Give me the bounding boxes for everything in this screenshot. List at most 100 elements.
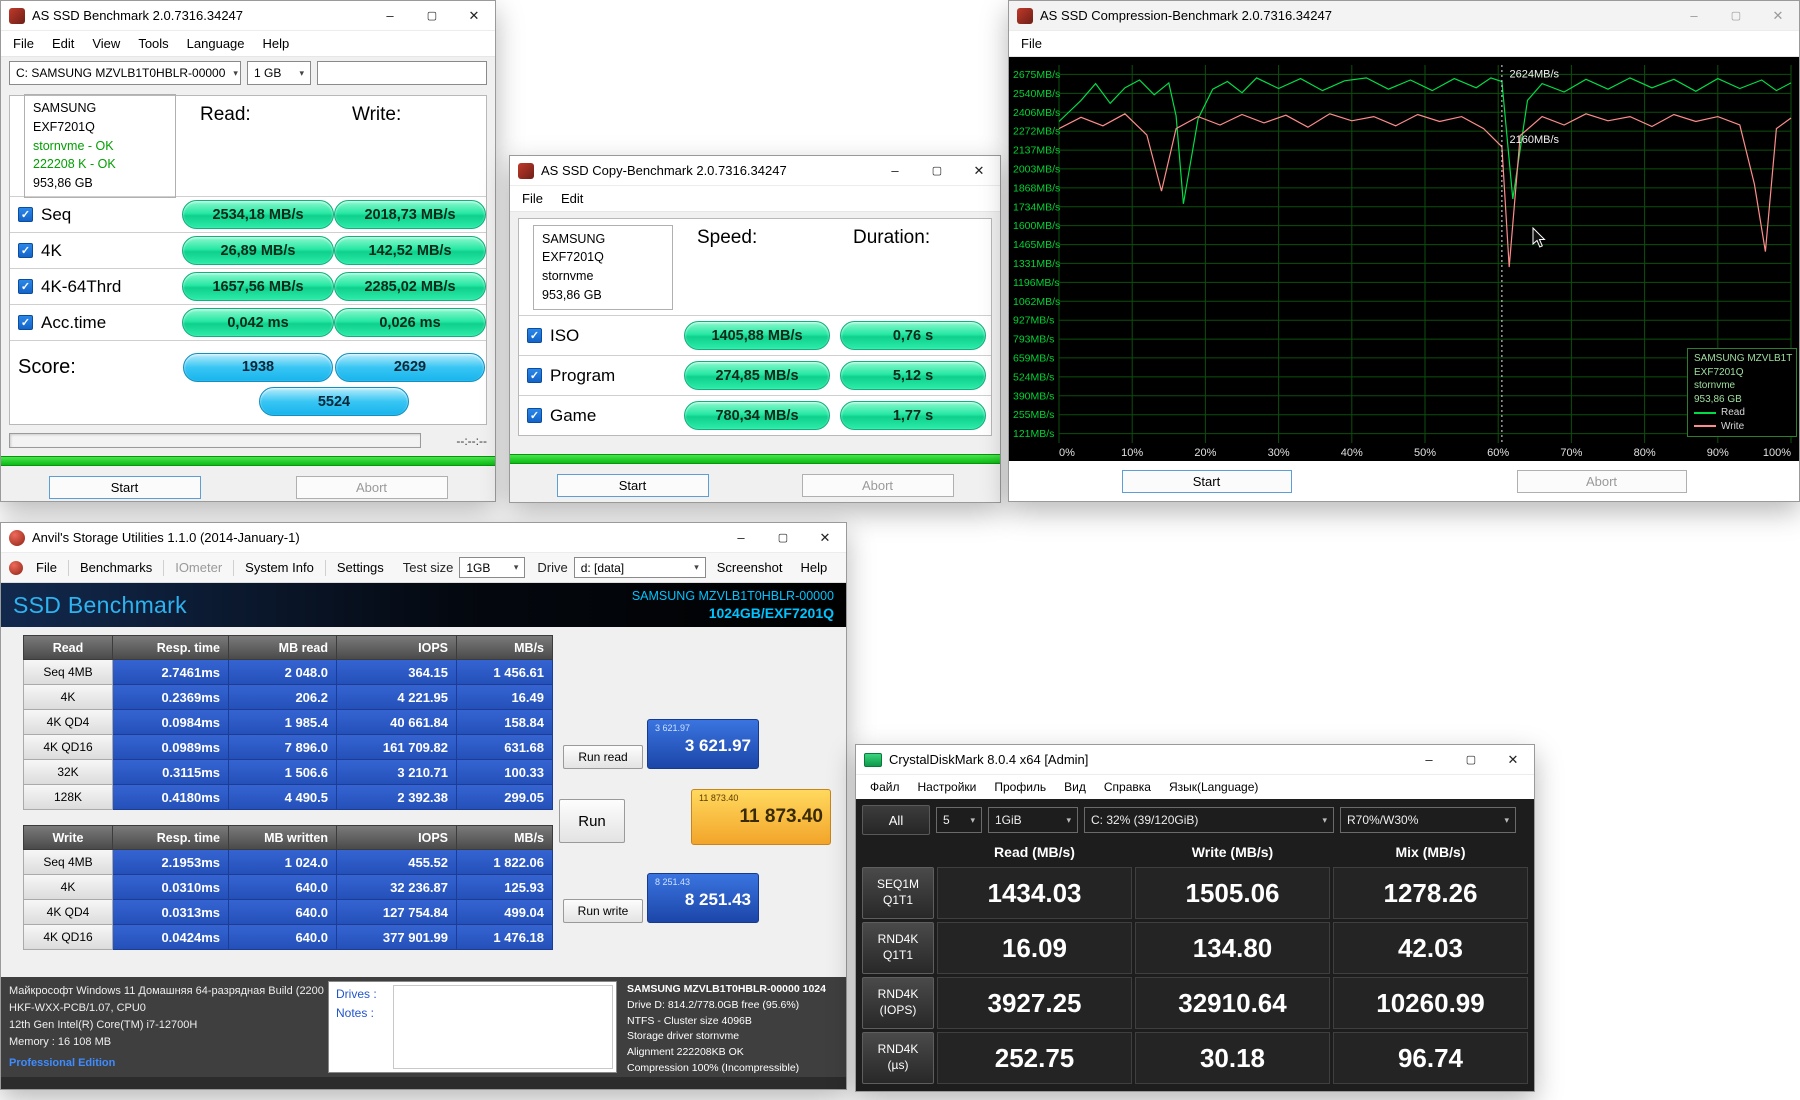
menu-item-language[interactable]: Language [179, 33, 253, 54]
maximize-icon[interactable] [1450, 745, 1492, 774]
row-label-cell[interactable]: 4K QD4 [23, 710, 113, 735]
menu-item-benchmarks[interactable]: Benchmarks [73, 557, 159, 578]
text-field[interactable] [317, 61, 487, 85]
menu-item-tools[interactable]: Tools [130, 33, 176, 54]
menu-item-view[interactable]: View [84, 33, 128, 54]
minimize-icon[interactable] [874, 156, 916, 185]
close-icon[interactable] [1757, 1, 1799, 30]
test-label-button[interactable]: RND4K (µs) [862, 1032, 934, 1084]
maximize-icon[interactable] [762, 523, 804, 552]
titlebar[interactable]: AS SSD Benchmark 2.0.7316.34247 [1, 1, 495, 31]
test-size-select[interactable]: 1 GB [247, 61, 311, 85]
notes-field[interactable] [393, 985, 613, 1069]
window-as-ssd-compression-benchmark[interactable]: AS SSD Compression-Benchmark 2.0.7316.34… [1008, 0, 1800, 502]
start-button[interactable]: Start [1121, 469, 1292, 493]
value-cell: 3 210.71 [337, 760, 457, 785]
drive-select[interactable]: d: [data] [573, 557, 706, 578]
titlebar[interactable]: Anvil's Storage Utilities 1.1.0 (2014-Ja… [1, 523, 846, 553]
maximize-icon[interactable] [1715, 1, 1757, 30]
read-cell: 0,042 ms [182, 308, 334, 337]
run-read-button[interactable]: Run read [563, 745, 643, 769]
test-label-button[interactable]: RND4K (IOPS) [862, 977, 934, 1029]
menu-item-help[interactable]: Help [255, 33, 298, 54]
row-label-cell[interactable]: Seq 4MB [23, 850, 113, 875]
checkbox-checked[interactable] [527, 368, 542, 383]
menu-item-help[interactable]: Help [793, 557, 834, 578]
titlebar[interactable]: AS SSD Compression-Benchmark 2.0.7316.34… [1009, 1, 1799, 31]
run-button[interactable]: Run [559, 799, 625, 843]
menu-item-screenshot[interactable]: Screenshot [710, 557, 790, 578]
write-value-pill: 2018,73 MB/s [334, 200, 486, 229]
maximize-icon[interactable] [916, 156, 958, 185]
row-label-cell[interactable]: 4K [23, 685, 113, 710]
minimize-icon[interactable] [369, 1, 411, 30]
start-button[interactable]: Start [556, 474, 709, 497]
test-size-select[interactable]: 1GB [459, 557, 526, 578]
close-icon[interactable] [804, 523, 846, 552]
menu-item-edit[interactable]: Edit [553, 188, 591, 209]
window-anvil-storage-utilities[interactable]: Anvil's Storage Utilities 1.1.0 (2014-Ja… [0, 522, 847, 1090]
checkbox-checked[interactable] [18, 279, 33, 294]
checkbox-checked[interactable] [18, 315, 33, 330]
close-icon[interactable] [958, 156, 1000, 185]
speed-value-pill: 274,85 MB/s [684, 361, 830, 390]
menu-item-item[interactable]: Профиль [986, 777, 1054, 797]
drive-info-line: 222208 K - OK [33, 157, 116, 172]
row-label-cell: Game [519, 406, 679, 426]
cdm-select-2[interactable]: C: 32% (39/120GiB) [1084, 807, 1334, 833]
titlebar[interactable]: AS SSD Copy-Benchmark 2.0.7316.34247 [510, 156, 1000, 186]
titlebar[interactable]: CrystalDiskMark 8.0.4 x64 [Admin] [856, 745, 1534, 775]
start-button[interactable]: Start [48, 476, 201, 499]
menu-item-file[interactable]: File [5, 33, 42, 54]
minimize-icon[interactable] [720, 523, 762, 552]
svg-text:10%: 10% [1121, 447, 1143, 459]
minimize-icon[interactable] [1673, 1, 1715, 30]
test-label-button[interactable]: RND4K Q1T1 [862, 922, 934, 974]
all-button[interactable]: All [862, 805, 930, 835]
cdm-select-3[interactable]: R70%/W30% [1340, 807, 1516, 833]
row-label-cell[interactable]: 4K QD16 [23, 925, 113, 950]
row-label: Seq [41, 204, 72, 224]
window-as-ssd-copy-benchmark[interactable]: AS SSD Copy-Benchmark 2.0.7316.34247 Fil… [509, 155, 1001, 503]
menu-item-item[interactable]: Справка [1096, 777, 1159, 797]
write-value-pill: 142,52 MB/s [334, 236, 486, 265]
table-row-4k-qd4: 4K QD4 0.0313ms 640.0 127 754.84 499.04 [23, 900, 553, 925]
menu-item-file[interactable]: File [29, 557, 64, 578]
abort-button[interactable]: Abort [295, 476, 448, 499]
window-crystaldiskmark[interactable]: CrystalDiskMark 8.0.4 x64 [Admin] ФайлНа… [855, 744, 1535, 1092]
row-label-cell[interactable]: 4K [23, 875, 113, 900]
close-icon[interactable] [1492, 745, 1534, 774]
minimize-icon[interactable] [1408, 745, 1450, 774]
drive-select[interactable]: C: SAMSUNG MZVLB1T0HBLR-00000 [9, 61, 241, 85]
abort-button[interactable]: Abort [801, 474, 954, 497]
menu-item-system-info[interactable]: System Info [238, 557, 321, 578]
menu-item-iometer[interactable]: IOmeter [168, 557, 229, 578]
menu-item-settings[interactable]: Settings [330, 557, 391, 578]
row-label-cell[interactable]: 4K QD16 [23, 735, 113, 760]
menu-item-item[interactable]: Файл [862, 777, 908, 797]
menu-item-edit[interactable]: Edit [44, 33, 82, 54]
checkbox-checked[interactable] [527, 328, 542, 343]
anvil-app-icon-small [9, 560, 23, 575]
close-icon[interactable] [453, 1, 495, 30]
row-label-cell[interactable]: 128K [23, 785, 113, 810]
menu-item-file[interactable]: File [514, 188, 551, 209]
row-label-cell[interactable]: Seq 4MB [23, 660, 113, 685]
row-label-cell[interactable]: 4K QD4 [23, 900, 113, 925]
maximize-icon[interactable] [411, 1, 453, 30]
result-cell: 10260.99 [1333, 977, 1528, 1029]
row-label-cell[interactable]: 32K [23, 760, 113, 785]
checkbox-checked[interactable] [527, 408, 542, 423]
cdm-select-0[interactable]: 5 [936, 807, 982, 833]
cdm-select-1[interactable]: 1GiB [988, 807, 1078, 833]
menu-item-file[interactable]: File [1013, 33, 1050, 54]
checkbox-checked[interactable] [18, 243, 33, 258]
abort-button[interactable]: Abort [1516, 469, 1687, 493]
menu-item-item[interactable]: Вид [1056, 777, 1094, 797]
menu-item-item[interactable]: Настройки [910, 777, 985, 797]
menu-item-language[interactable]: Язык(Language) [1161, 777, 1266, 797]
run-write-button[interactable]: Run write [563, 899, 643, 923]
test-label-button[interactable]: SEQ1M Q1T1 [862, 867, 934, 919]
window-as-ssd-benchmark[interactable]: AS SSD Benchmark 2.0.7316.34247 FileEdit… [0, 0, 496, 502]
checkbox-checked[interactable] [18, 207, 33, 222]
